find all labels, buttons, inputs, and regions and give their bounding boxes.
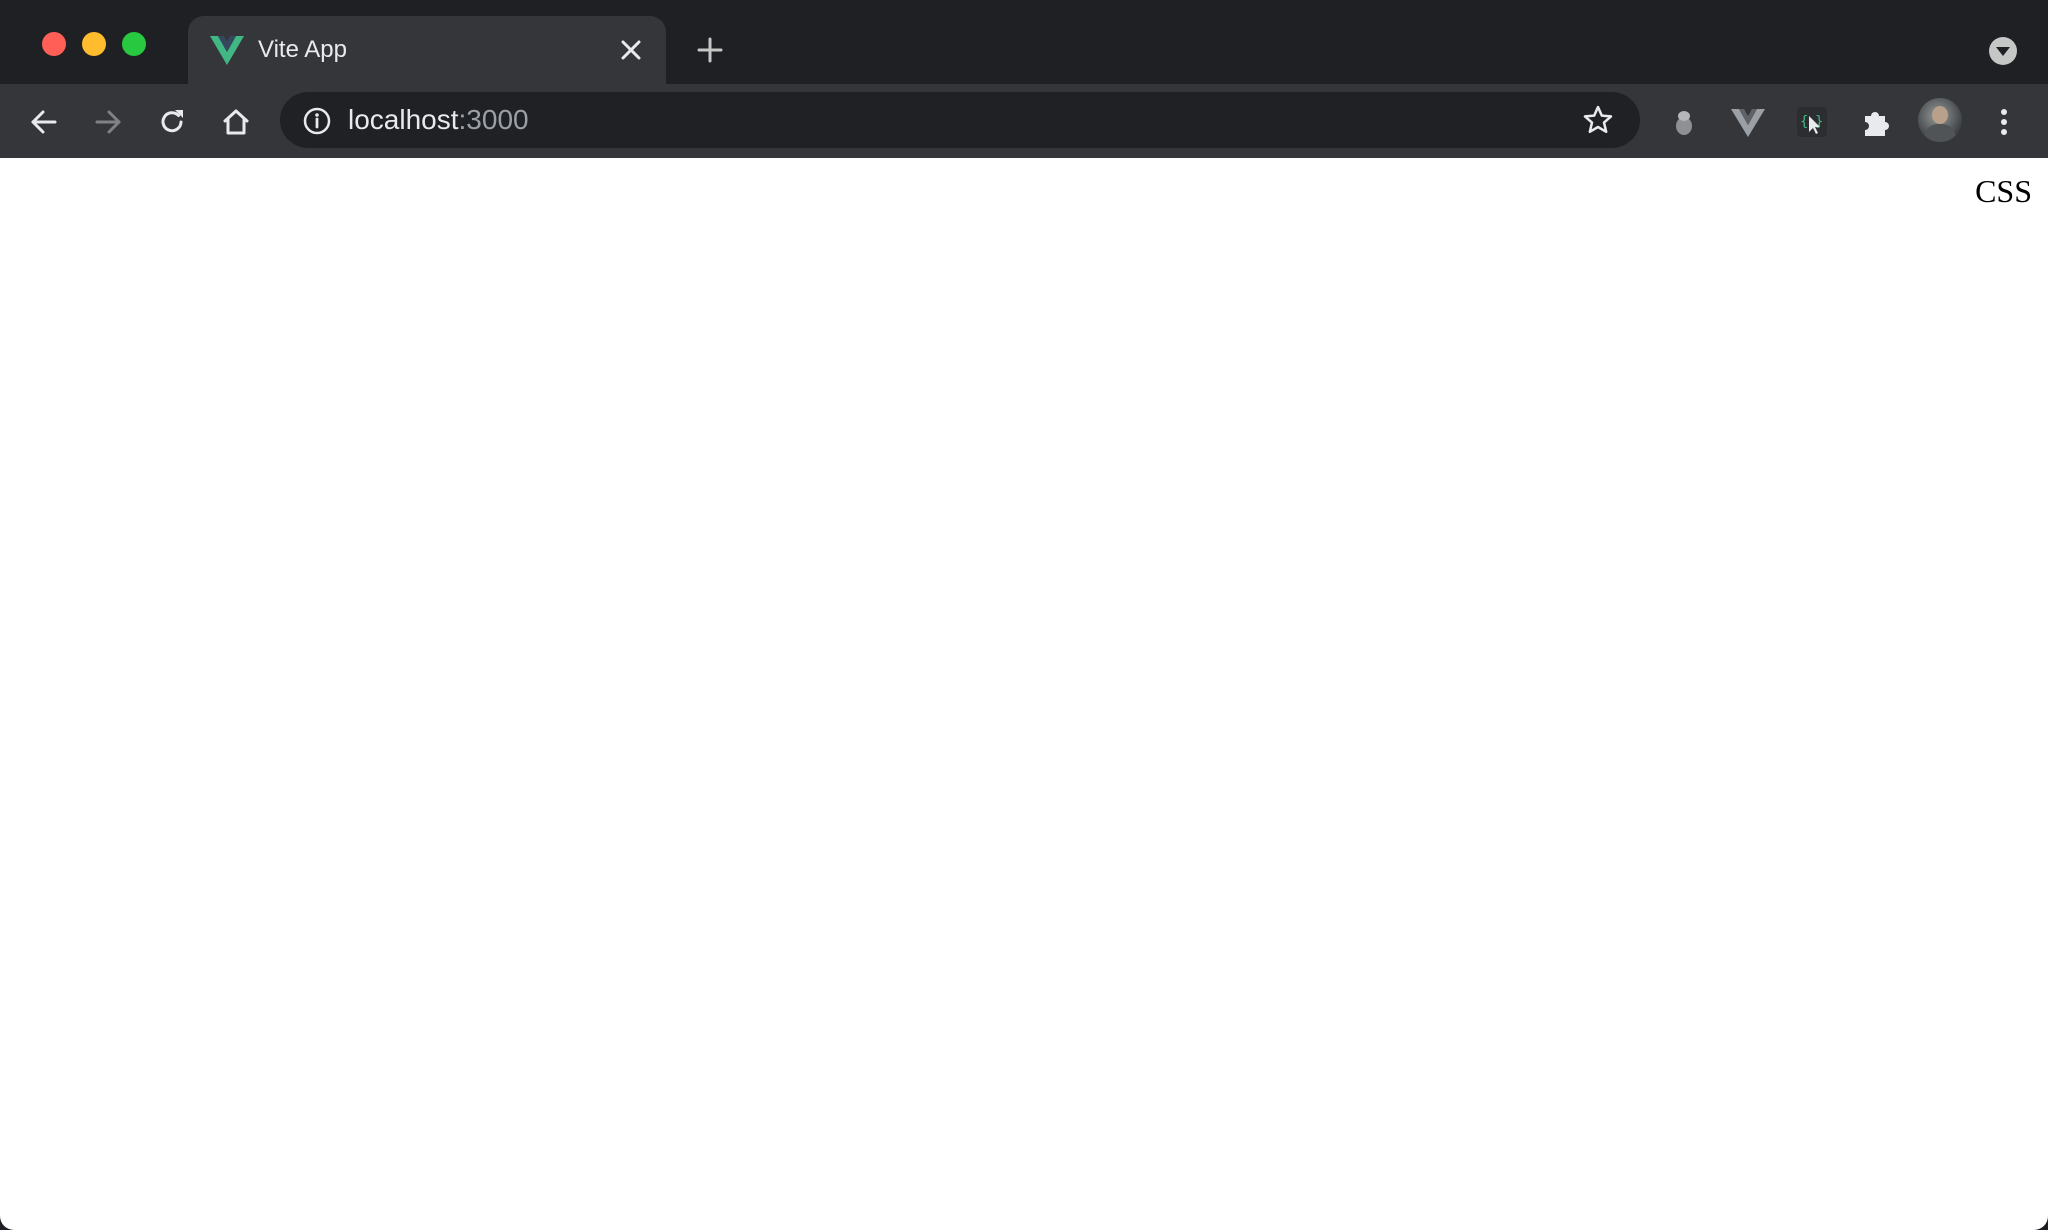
tab-search-chevron-icon[interactable]: [1988, 36, 2018, 66]
css-picker-icon[interactable]: { }: [1794, 104, 1830, 140]
back-arrow-icon[interactable]: [28, 106, 60, 138]
bookmark-star-icon[interactable]: [1582, 104, 1614, 136]
tab-title: Vite App: [258, 36, 347, 63]
url-host: localhost: [348, 104, 459, 135]
window-close-button[interactable]: [42, 32, 66, 56]
info-icon[interactable]: [302, 106, 332, 136]
vue-devtools-icon[interactable]: [1730, 104, 1766, 140]
window-minimize-button[interactable]: [82, 32, 106, 56]
browser-toolbar: localhost:3000 { }: [0, 84, 2048, 158]
kebab-menu-icon[interactable]: [1988, 106, 2020, 138]
tab-close-icon[interactable]: [618, 37, 644, 63]
address-bar[interactable]: localhost:3000: [280, 92, 1640, 148]
puzzle-icon[interactable]: [1858, 104, 1894, 140]
new-tab-plus-icon[interactable]: [696, 36, 724, 64]
home-icon[interactable]: [220, 106, 252, 138]
tab-strip: Vite App: [0, 0, 2048, 84]
vue-logo-icon: [210, 36, 244, 65]
gray-extension-icon[interactable]: [1666, 104, 1702, 140]
window-zoom-button[interactable]: [122, 32, 146, 56]
avatar-face: [1932, 106, 1948, 124]
avatar-body: [1924, 124, 1956, 142]
address-url[interactable]: localhost:3000: [348, 102, 529, 138]
tab-vite-app[interactable]: Vite App: [188, 16, 666, 84]
page-viewport: CSS: [0, 158, 2048, 1230]
reload-icon[interactable]: [156, 106, 188, 138]
svg-text:}: }: [1815, 114, 1823, 130]
forward-arrow-icon[interactable]: [92, 106, 124, 138]
svg-text:{: {: [1800, 114, 1808, 130]
browser-window: Vite App localhost:3000 {} CSS: [0, 0, 2048, 1230]
page-text: CSS: [1975, 173, 2032, 209]
url-port: :3000: [458, 104, 529, 135]
profile-avatar[interactable]: [1918, 98, 1962, 142]
